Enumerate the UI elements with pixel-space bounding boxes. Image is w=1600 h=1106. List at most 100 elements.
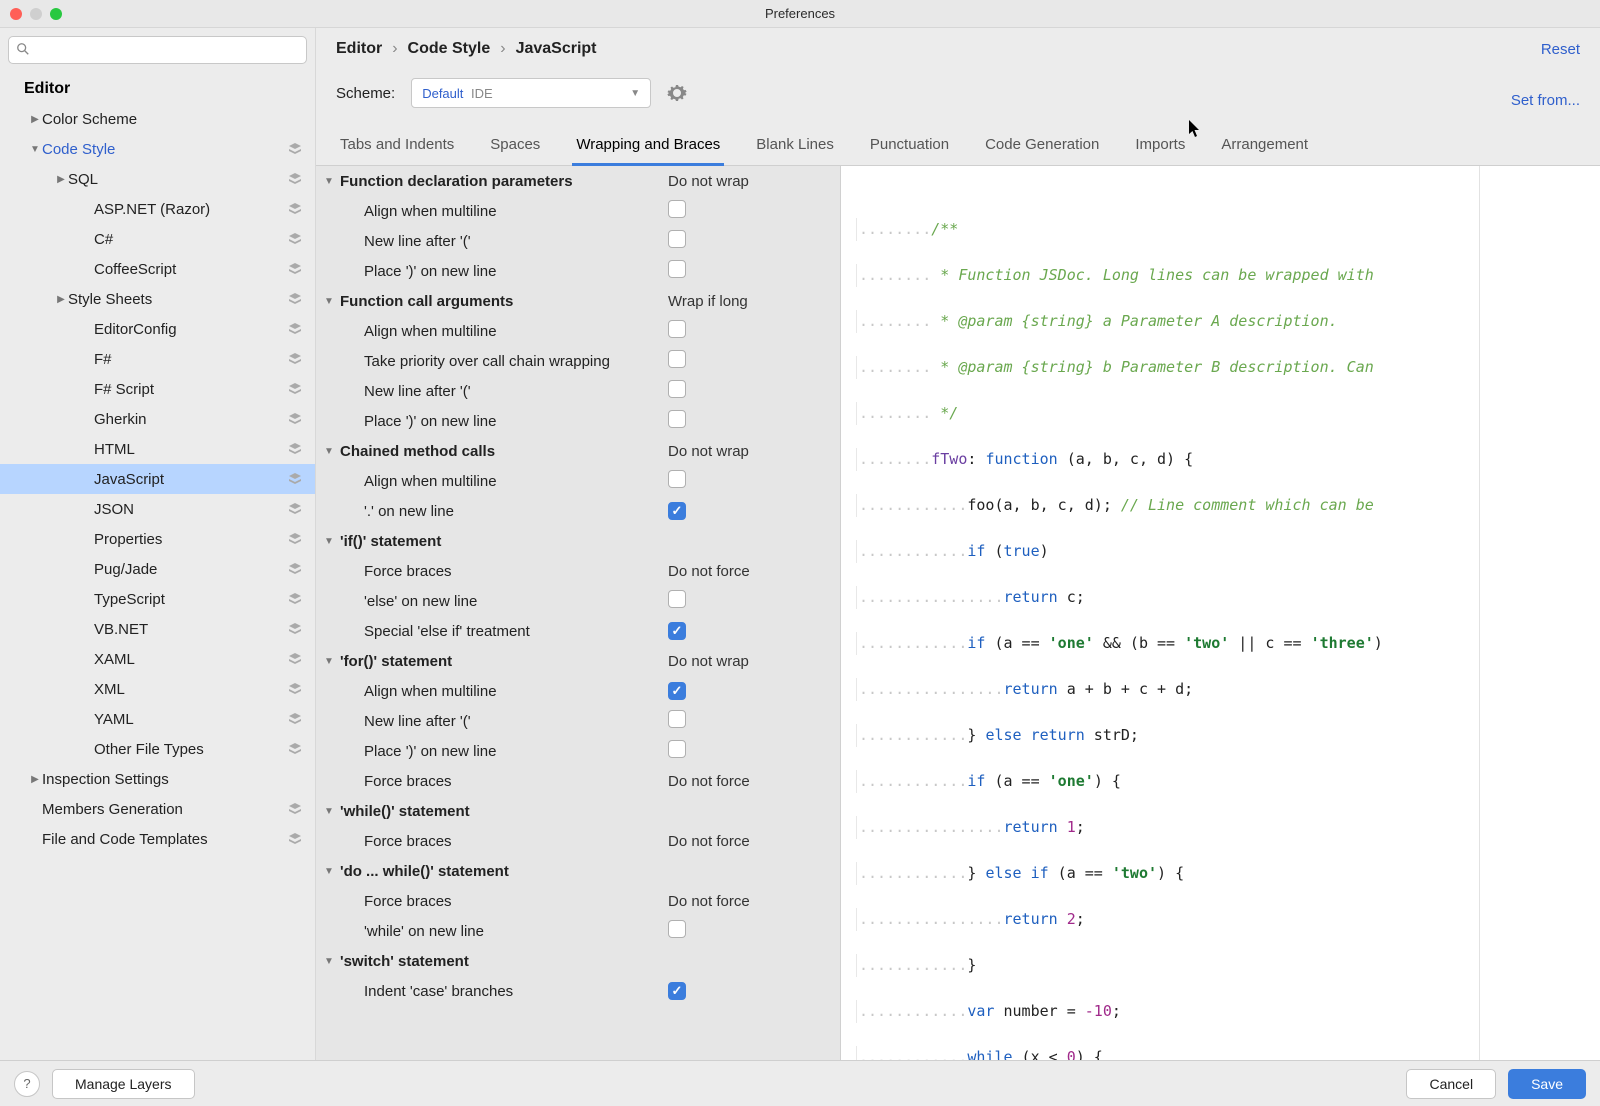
- setting-value[interactable]: Do not force: [668, 563, 828, 580]
- save-button[interactable]: Save: [1508, 1069, 1586, 1099]
- setting-label: Force braces: [340, 773, 668, 790]
- sidebar-item-file-and-code-templates[interactable]: File and Code Templates: [0, 824, 315, 854]
- setting-group[interactable]: ▼Chained method callsDo not wrap: [316, 436, 840, 466]
- gear-icon[interactable]: [667, 83, 687, 103]
- layers-icon: [287, 831, 303, 847]
- sidebar-item-asp-net-razor-[interactable]: ASP.NET (Razor): [0, 194, 315, 224]
- reset-link[interactable]: Reset: [1541, 41, 1580, 58]
- tab-wrapping-and-braces[interactable]: Wrapping and Braces: [572, 126, 724, 166]
- setting-value: [668, 410, 828, 432]
- checkbox[interactable]: [668, 502, 686, 520]
- sidebar-item-f-script[interactable]: F# Script: [0, 374, 315, 404]
- sidebar-item-typescript[interactable]: TypeScript: [0, 584, 315, 614]
- sidebar-item-f-[interactable]: F#: [0, 344, 315, 374]
- chevron-right-icon: ▶: [54, 174, 68, 185]
- sidebar-item-javascript[interactable]: JavaScript: [0, 464, 315, 494]
- setting-value[interactable]: Do not wrap: [668, 443, 828, 460]
- checkbox[interactable]: [668, 350, 686, 368]
- checkbox[interactable]: [668, 320, 686, 338]
- help-button[interactable]: ?: [14, 1071, 40, 1097]
- setting-group[interactable]: ▼Function declaration parametersDo not w…: [316, 166, 840, 196]
- titlebar: Preferences: [0, 0, 1600, 28]
- breadcrumb-editor[interactable]: Editor: [336, 40, 382, 58]
- tab-code-generation[interactable]: Code Generation: [981, 126, 1103, 165]
- checkbox[interactable]: [668, 740, 686, 758]
- sidebar-item-editorconfig[interactable]: EditorConfig: [0, 314, 315, 344]
- sidebar-item-code-style[interactable]: ▼Code Style: [0, 134, 315, 164]
- layers-icon: [287, 321, 303, 337]
- checkbox[interactable]: [668, 410, 686, 428]
- checkbox[interactable]: [668, 260, 686, 278]
- checkbox[interactable]: [668, 380, 686, 398]
- checkbox[interactable]: [668, 230, 686, 248]
- sidebar-item-other-file-types[interactable]: Other File Types: [0, 734, 315, 764]
- checkbox[interactable]: [668, 590, 686, 608]
- sidebar-item-xml[interactable]: XML: [0, 674, 315, 704]
- setting-label: Function declaration parameters: [340, 173, 668, 190]
- sidebar-item-sql[interactable]: ▶SQL: [0, 164, 315, 194]
- tab-blank-lines[interactable]: Blank Lines: [752, 126, 838, 165]
- checkbox[interactable]: [668, 710, 686, 728]
- sidebar-item-c-[interactable]: C#: [0, 224, 315, 254]
- sidebar-item-pug-jade[interactable]: Pug/Jade: [0, 554, 315, 584]
- setting-group[interactable]: ▼'if()' statement: [316, 526, 840, 556]
- sidebar-item-coffeescript[interactable]: CoffeeScript: [0, 254, 315, 284]
- search-input[interactable]: [8, 36, 307, 64]
- setting-label: Align when multiline: [340, 203, 668, 220]
- setting-value[interactable]: Wrap if long: [668, 293, 828, 310]
- tab-tabs-and-indents[interactable]: Tabs and Indents: [336, 126, 458, 165]
- setting-value[interactable]: Do not force: [668, 833, 828, 850]
- sidebar-item-color-scheme[interactable]: ▶Color Scheme: [0, 104, 315, 134]
- setting-item: Place ')' on new line: [316, 406, 840, 436]
- setting-item: Force bracesDo not force: [316, 556, 840, 586]
- sidebar-item-label: TypeScript: [94, 591, 287, 608]
- checkbox[interactable]: [668, 622, 686, 640]
- settings-list[interactable]: ▼Function declaration parametersDo not w…: [316, 166, 841, 1060]
- checkbox[interactable]: [668, 200, 686, 218]
- setting-value[interactable]: Do not wrap: [668, 173, 828, 190]
- set-from-link[interactable]: Set from...: [1511, 92, 1580, 109]
- setting-group[interactable]: ▼'for()' statementDo not wrap: [316, 646, 840, 676]
- tab-spaces[interactable]: Spaces: [486, 126, 544, 165]
- sidebar-item-label: Properties: [94, 531, 287, 548]
- sidebar-item-style-sheets[interactable]: ▶Style Sheets: [0, 284, 315, 314]
- sidebar-item-html[interactable]: HTML: [0, 434, 315, 464]
- sidebar-item-inspection-settings[interactable]: ▶Inspection Settings: [0, 764, 315, 794]
- sidebar-item-xaml[interactable]: XAML: [0, 644, 315, 674]
- cancel-button[interactable]: Cancel: [1406, 1069, 1496, 1099]
- setting-item: New line after '(': [316, 706, 840, 736]
- breadcrumb-javascript: JavaScript: [516, 40, 597, 58]
- setting-item: Align when multiline: [316, 316, 840, 346]
- sidebar-item-vb-net[interactable]: VB.NET: [0, 614, 315, 644]
- sidebar-item-yaml[interactable]: YAML: [0, 704, 315, 734]
- tab-imports[interactable]: Imports: [1131, 126, 1189, 165]
- tab-punctuation[interactable]: Punctuation: [866, 126, 953, 165]
- scheme-select[interactable]: Default IDE ▼: [411, 78, 651, 108]
- setting-group[interactable]: ▼'switch' statement: [316, 946, 840, 976]
- setting-item: New line after '(': [316, 376, 840, 406]
- setting-item: Force bracesDo not force: [316, 826, 840, 856]
- setting-group[interactable]: ▼'while()' statement: [316, 796, 840, 826]
- checkbox[interactable]: [668, 470, 686, 488]
- checkbox[interactable]: [668, 982, 686, 1000]
- sidebar-item-members-generation[interactable]: Members Generation: [0, 794, 315, 824]
- setting-group[interactable]: ▼'do ... while()' statement: [316, 856, 840, 886]
- chevron-down-icon: ▼: [28, 144, 42, 155]
- setting-group[interactable]: ▼Function call argumentsWrap if long: [316, 286, 840, 316]
- setting-label: Place ')' on new line: [340, 413, 668, 430]
- setting-value[interactable]: Do not force: [668, 773, 828, 790]
- checkbox[interactable]: [668, 682, 686, 700]
- breadcrumb-codestyle[interactable]: Code Style: [408, 40, 491, 58]
- checkbox[interactable]: [668, 920, 686, 938]
- tab-arrangement[interactable]: Arrangement: [1217, 126, 1312, 165]
- sidebar-item-properties[interactable]: Properties: [0, 524, 315, 554]
- chevron-right-icon: ▶: [54, 294, 68, 305]
- manage-layers-button[interactable]: Manage Layers: [52, 1069, 195, 1099]
- sidebar-item-gherkin[interactable]: Gherkin: [0, 404, 315, 434]
- setting-value[interactable]: Do not wrap: [668, 653, 828, 670]
- setting-value[interactable]: Do not force: [668, 893, 828, 910]
- layers-icon: [287, 231, 303, 247]
- setting-value: [668, 740, 828, 762]
- sidebar-item-json[interactable]: JSON: [0, 494, 315, 524]
- sidebar-item-label: Members Generation: [42, 801, 287, 818]
